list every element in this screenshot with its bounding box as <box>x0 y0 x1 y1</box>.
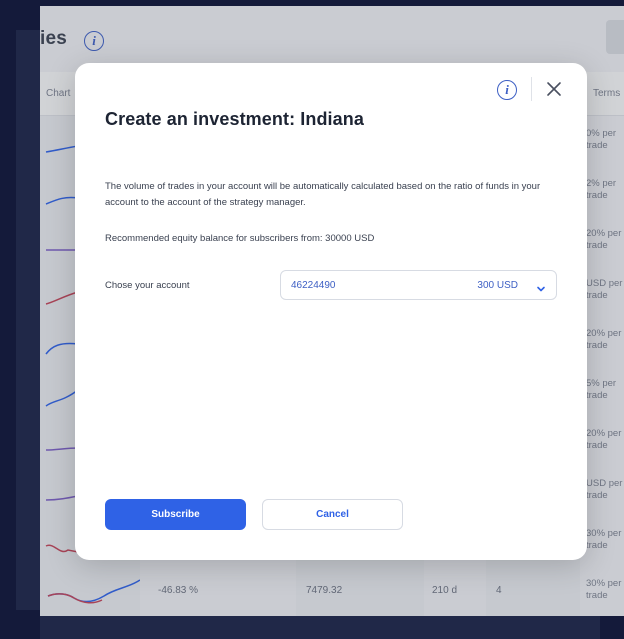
account-balance: 300 USD <box>477 280 518 291</box>
header-divider <box>531 77 532 101</box>
dialog-description: The volume of trades in your account wil… <box>105 181 541 208</box>
close-icon[interactable] <box>545 80 563 98</box>
chevron-down-icon <box>536 281 546 292</box>
account-label: Chose your account <box>105 280 190 291</box>
cancel-button[interactable]: Cancel <box>262 499 403 530</box>
info-icon[interactable]: i <box>497 80 517 100</box>
account-number: 46224490 <box>291 280 336 291</box>
create-investment-dialog: i Create an investment: Indiana The volu… <box>75 63 587 560</box>
recommended-balance: Recommended equity balance for subscribe… <box>105 233 375 244</box>
account-select[interactable]: 46224490 300 USD <box>280 270 557 300</box>
subscribe-button[interactable]: Subscribe <box>105 499 246 530</box>
dialog-title: Create an investment: Indiana <box>105 109 364 129</box>
